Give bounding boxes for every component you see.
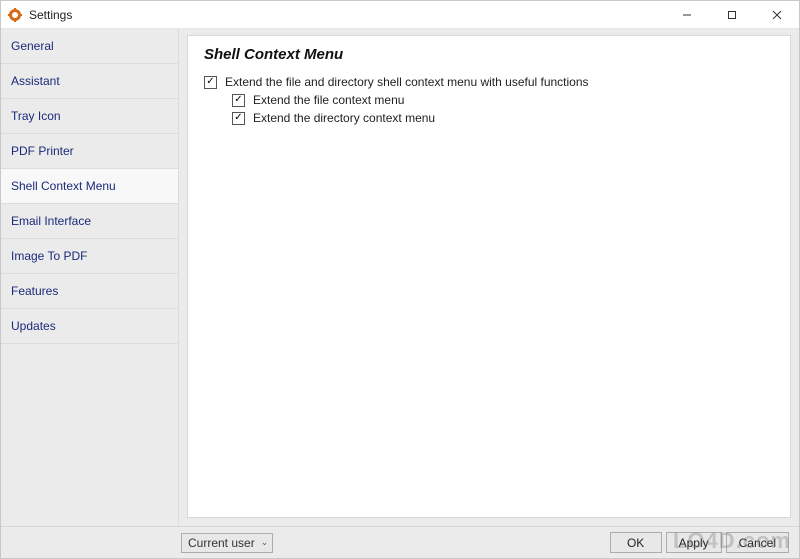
chevron-down-icon: ⌄ — [261, 537, 269, 548]
minimize-button[interactable] — [664, 1, 709, 28]
app-icon — [7, 7, 23, 23]
sidebar: General Assistant Tray Icon PDF Printer … — [1, 29, 179, 526]
button-label: OK — [627, 536, 644, 550]
sidebar-item-image-to-pdf[interactable]: Image To PDF — [1, 239, 178, 274]
content-panel: Shell Context Menu ✓ Extend the file and… — [187, 35, 791, 518]
sidebar-item-features[interactable]: Features — [1, 274, 178, 309]
window-controls — [664, 1, 799, 28]
checkbox-extend-directory[interactable]: ✓ — [232, 112, 245, 125]
sidebar-item-shell-context-menu[interactable]: Shell Context Menu — [1, 169, 178, 204]
sidebar-item-assistant[interactable]: Assistant — [1, 64, 178, 99]
scope-dropdown-value: Current user — [188, 536, 255, 550]
sidebar-item-label: Updates — [11, 319, 56, 333]
option-extend-file: ✓ Extend the file context menu — [232, 93, 774, 107]
sidebar-item-label: General — [11, 39, 54, 53]
sidebar-item-label: Shell Context Menu — [11, 179, 116, 193]
sidebar-item-label: Image To PDF — [11, 249, 87, 263]
option-label: Extend the directory context menu — [253, 111, 435, 125]
window-title: Settings — [29, 8, 72, 22]
sidebar-item-tray-icon[interactable]: Tray Icon — [1, 99, 178, 134]
sidebar-item-label: Email Interface — [11, 214, 91, 228]
ok-button[interactable]: OK — [610, 532, 662, 553]
option-extend-directory: ✓ Extend the directory context menu — [232, 111, 774, 125]
sidebar-item-email-interface[interactable]: Email Interface — [1, 204, 178, 239]
scope-dropdown[interactable]: Current user ⌄ — [181, 533, 273, 553]
sidebar-item-label: Assistant — [11, 74, 60, 88]
sidebar-item-pdf-printer[interactable]: PDF Printer — [1, 134, 178, 169]
sidebar-item-updates[interactable]: Updates — [1, 309, 178, 344]
footer-buttons: OK Apply Cancel — [610, 532, 789, 553]
cancel-button[interactable]: Cancel — [726, 532, 789, 553]
close-button[interactable] — [754, 1, 799, 28]
checkbox-extend-file[interactable]: ✓ — [232, 94, 245, 107]
main-area: General Assistant Tray Icon PDF Printer … — [1, 29, 799, 526]
button-label: Apply — [679, 536, 709, 550]
page-heading: Shell Context Menu — [204, 46, 774, 63]
option-label: Extend the file context menu — [253, 93, 404, 107]
sidebar-item-label: Features — [11, 284, 58, 298]
option-label: Extend the file and directory shell cont… — [225, 75, 589, 89]
content-wrap: Shell Context Menu ✓ Extend the file and… — [179, 29, 799, 526]
sidebar-item-label: PDF Printer — [11, 144, 74, 158]
option-extend-main: ✓ Extend the file and directory shell co… — [204, 75, 774, 89]
footer: Current user ⌄ OK Apply Cancel — [1, 526, 799, 558]
sidebar-item-label: Tray Icon — [11, 109, 61, 123]
apply-button[interactable]: Apply — [666, 532, 722, 553]
button-label: Cancel — [739, 536, 776, 550]
checkbox-extend-main[interactable]: ✓ — [204, 76, 217, 89]
sidebar-item-general[interactable]: General — [1, 29, 178, 64]
maximize-button[interactable] — [709, 1, 754, 28]
titlebar: Settings — [1, 1, 799, 29]
